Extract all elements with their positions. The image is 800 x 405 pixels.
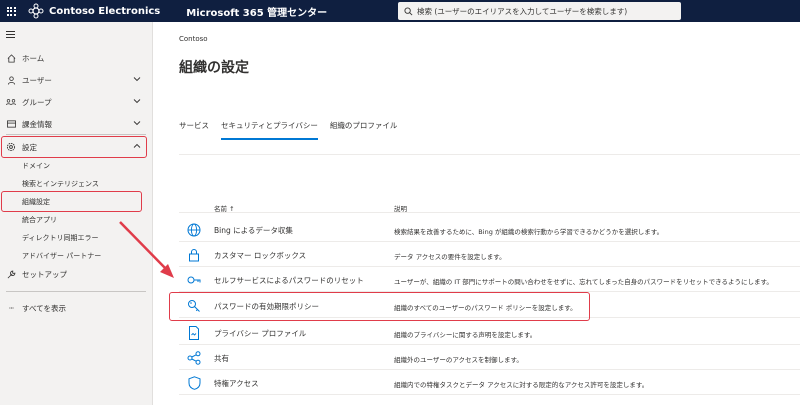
tab-services[interactable]: サービス: [179, 120, 209, 140]
home-icon: [0, 53, 22, 63]
share-icon: [186, 350, 202, 366]
sub-item-domains[interactable]: ドメイン: [22, 158, 50, 174]
globe-icon: [186, 222, 202, 238]
more-icon: ···: [8, 303, 15, 313]
brand-name[interactable]: Contoso Electronics: [49, 6, 160, 17]
nav-label: ホーム: [22, 53, 45, 63]
row-description: 組織内での特権タスクとデータ アクセスに対する限定的なアクセス許可を設定します。: [394, 381, 649, 389]
settings-highlight-box: [1, 136, 147, 158]
wrench-icon: [0, 270, 22, 279]
main-content: Contoso 組織の設定 サービス セキュリティとプライバシー 組織のプロファ…: [153, 22, 800, 405]
nav-item-billing[interactable]: 課金情報: [0, 114, 153, 134]
row-name[interactable]: プライバシー プロファイル: [214, 328, 306, 339]
app-launcher-icon[interactable]: [0, 0, 22, 22]
shield-icon: [186, 375, 202, 391]
row-name[interactable]: 特権アクセス: [214, 378, 259, 389]
search-icon: [404, 6, 413, 15]
org-settings-highlight-box: [1, 191, 142, 212]
group-icon: [0, 98, 22, 107]
search-input[interactable]: [417, 6, 677, 16]
table-row[interactable]: プライバシー プロファイル 組織のプライバシーに関する声明を設定します。: [179, 321, 800, 345]
sub-item-advisor-partner[interactable]: アドバイザー パートナー: [22, 248, 101, 264]
search-box[interactable]: [398, 2, 681, 20]
product-name[interactable]: Microsoft 365 管理センター: [186, 4, 327, 19]
nav-item-users[interactable]: ユーザー: [0, 70, 153, 90]
table-row[interactable]: セルフサービスによるパスワードのリセット ユーザーが、組織の IT 部門にサポー…: [179, 268, 800, 292]
row-description: 組織外のユーザーのアクセスを制御します。: [394, 356, 523, 364]
row-description: 組織のプライバシーに関する声明を設定します。: [394, 331, 537, 339]
nav-label: グループ: [22, 97, 52, 107]
nav-label: 課金情報: [22, 119, 52, 129]
billing-icon: [0, 120, 22, 128]
person-icon: [0, 75, 22, 85]
tab-org-profile[interactable]: 組織のプロファイル: [330, 120, 398, 140]
row-description: ユーザーが、組織の IT 部門にサポートの問い合わせをせずに、忘れてしまった自身…: [394, 278, 773, 286]
page-title: 組織の設定: [179, 60, 249, 76]
menu-toggle-icon[interactable]: [6, 31, 15, 40]
nav-label: すべてを表示: [22, 303, 67, 313]
chevron-down-icon[interactable]: [133, 75, 141, 83]
table-row[interactable]: カスタマー ロックボックス データ アクセスの要件を設定します。: [179, 243, 800, 267]
breadcrumb[interactable]: Contoso: [179, 35, 208, 43]
password-policy-highlight-box: [169, 292, 590, 321]
nav-label: ユーザー: [22, 75, 52, 85]
nav-item-show-all[interactable]: ··· すべてを表示: [0, 298, 153, 318]
nav-item-home[interactable]: ホーム: [0, 48, 153, 68]
top-bar: Contoso Electronics Microsoft 365 管理センター: [0, 0, 800, 22]
table-row[interactable]: 共有 組織外のユーザーのアクセスを制御します。: [179, 346, 800, 370]
row-name[interactable]: 共有: [214, 353, 229, 364]
sub-item-directory-sync-errors[interactable]: ディレクトリ同期エラー: [22, 230, 99, 246]
nav-item-groups[interactable]: グループ: [0, 92, 153, 112]
tab-bar: サービス セキュリティとプライバシー 組織のプロファイル: [179, 120, 397, 140]
left-nav: ホーム ユーザー グループ 課金情報 設定 ドメイン 検索とインテリジェンス 組…: [0, 22, 153, 405]
lock-icon: [186, 247, 202, 263]
sub-item-search-intelligence[interactable]: 検索とインテリジェンス: [22, 176, 99, 192]
nav-divider: [6, 291, 146, 292]
header-divider: [179, 212, 800, 213]
table-row[interactable]: 特権アクセス 組織内での特権タスクとデータ アクセスに対する限定的なアクセス許可…: [179, 371, 800, 395]
sub-item-integrated-apps[interactable]: 統合アプリ: [22, 212, 57, 228]
nav-label: セットアップ: [22, 269, 67, 279]
contoso-logo-icon: [28, 3, 44, 19]
key-reset-icon: [186, 272, 202, 288]
row-description: データ アクセスの要件を設定します。: [394, 253, 506, 261]
row-name[interactable]: セルフサービスによるパスワードのリセット: [214, 275, 364, 286]
tabs-divider: [179, 154, 800, 155]
row-description: 検索結果を改善するために、Bing が組織の検索行動から学習できるかどうかを選択…: [394, 228, 664, 236]
nav-item-setup[interactable]: セットアップ: [0, 264, 153, 284]
nav-divider: [6, 134, 146, 135]
chevron-down-icon[interactable]: [133, 97, 141, 105]
row-name[interactable]: Bing によるデータ収集: [214, 225, 293, 236]
tab-security-privacy[interactable]: セキュリティとプライバシー: [221, 120, 318, 140]
chevron-down-icon[interactable]: [133, 119, 141, 127]
table-row[interactable]: Bing によるデータ収集 検索結果を改善するために、Bing が組織の検索行動…: [179, 218, 800, 242]
row-name[interactable]: カスタマー ロックボックス: [214, 250, 306, 261]
document-icon: [186, 325, 202, 341]
